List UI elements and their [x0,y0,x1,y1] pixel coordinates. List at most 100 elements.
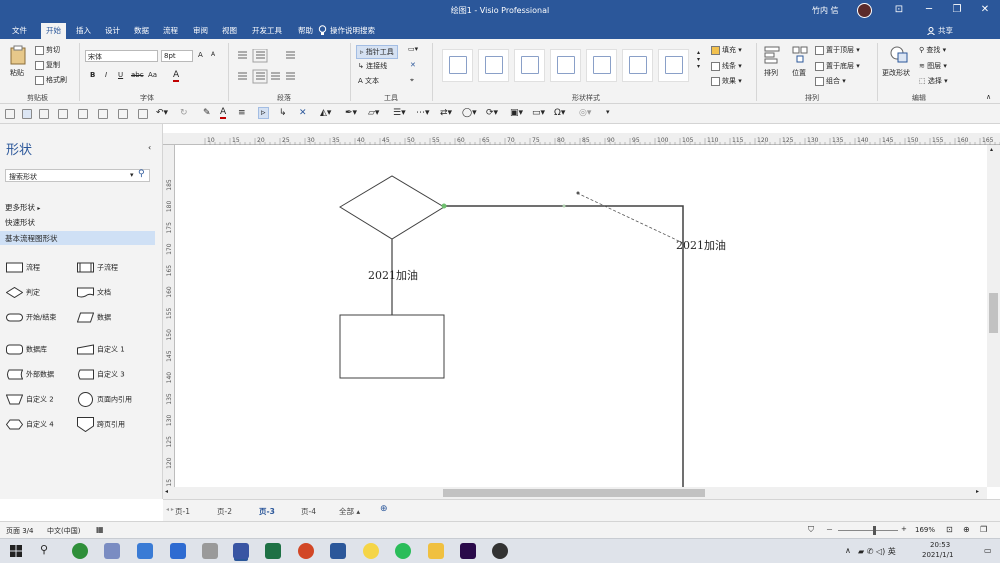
tell-me-search[interactable]: 操作说明搜索 [330,25,375,36]
page-tab-4[interactable]: 页-4 [301,506,316,517]
fill-color-icon[interactable]: ◭▾ [320,108,331,118]
customize-toolbar-icon[interactable]: ▾ [606,108,610,116]
vertical-scrollbar[interactable]: ▴ [987,145,1000,487]
line-pattern-icon[interactable]: ⋯▾ [416,108,430,118]
tab-file[interactable]: 文件 [12,25,27,36]
font-color-button[interactable]: A [173,70,180,82]
shrink-font-button[interactable]: A [211,51,215,58]
tab-developer[interactable]: 开发工具 [252,25,282,36]
page-nav-icon[interactable]: ◂ ▸ [166,506,174,513]
tab-home[interactable]: 开始 [41,23,66,39]
align-icon[interactable]: ≡ [238,108,246,118]
layout-icon[interactable] [138,109,148,119]
scroll-left-icon[interactable]: ◂ [165,488,168,495]
tab-review[interactable]: 审阅 [193,25,208,36]
pan-zoom-icon[interactable]: ⊕ [963,525,970,534]
corner-icon[interactable]: ◯▾ [462,108,477,118]
connector-button[interactable]: ↳ 连接线 [358,61,387,71]
process-shape[interactable] [339,314,445,379]
page-tab-1[interactable]: 页-1 [175,506,190,517]
style-swatch[interactable] [586,49,617,82]
connector-label[interactable]: 2021加油 [676,238,726,252]
style-swatch[interactable] [550,49,581,82]
text-tool-button[interactable]: A 文本 [358,76,379,86]
close-x-icon[interactable]: ✕ [299,108,307,118]
wechat-app-icon[interactable] [395,543,411,559]
font-name-select[interactable]: 宋体 [85,50,158,62]
app-icon[interactable] [170,543,186,559]
macro-icon[interactable]: ▦ [96,525,104,534]
style-swatch[interactable] [622,49,653,82]
page-indicator[interactable]: 页面 3/4 [6,526,34,536]
shadow-icon[interactable]: ▱▾ [368,108,379,118]
stencil-custom-1[interactable]: 自定义 1 [77,344,125,355]
quick-shapes-link[interactable]: 快速形状 [5,217,35,228]
pointer-tool-button[interactable]: ▹ 指针工具 [356,45,398,59]
format-painter-button[interactable]: 格式刷 [35,75,67,85]
group-button[interactable]: 组合 ▾ [815,76,846,86]
paste-button[interactable]: 粘贴 [10,68,24,78]
stencil-custom-4[interactable]: 自定义 4 [5,419,54,430]
arrange-button[interactable]: 排列 [764,68,778,78]
layers-button[interactable]: ≋ 图层 ▾ [919,61,947,71]
italic-button[interactable]: I [105,71,107,79]
stencil-decision[interactable]: 判定 [5,286,40,299]
window-icon[interactable] [98,109,108,119]
font-color-icon[interactable]: A [220,107,227,119]
rectangle-tool-icon[interactable]: ▭▾ [408,45,418,53]
page-tab-2[interactable]: 页-2 [217,506,232,517]
zoom-in-button[interactable]: + [901,525,907,533]
add-page-icon[interactable]: ⊕ [380,504,388,514]
find-button[interactable]: ⚲ 查找 ▾ [919,45,946,55]
tab-data[interactable]: 数据 [134,25,149,36]
connection-handle[interactable] [562,204,566,208]
line-color-icon[interactable]: ✒▾ [345,108,357,118]
basic-flowchart-link[interactable]: 基本流程图形状 [5,233,58,244]
app-icon[interactable] [202,543,218,559]
connector-label[interactable]: 2021加油 [368,268,418,282]
search-icon[interactable]: ⚲ [138,169,145,179]
shape-search-input[interactable]: 搜索形状 [5,169,150,182]
open-icon[interactable] [39,109,49,119]
send-to-back-button[interactable]: 置于底层 ▾ [815,61,860,71]
print-icon[interactable] [58,109,68,119]
stencil-external-data[interactable]: 外部数据 [6,369,54,380]
bring-to-front-button[interactable]: 置于顶层 ▾ [815,45,860,55]
tab-help[interactable]: 帮助 [298,25,313,36]
connection-point-icon[interactable]: ⌖ [410,76,414,85]
strikethrough-button[interactable]: abc [131,71,144,79]
switch-windows-icon[interactable]: ❐ [980,525,987,534]
style-swatch[interactable] [658,49,689,82]
stencil-data[interactable]: 数据 [76,312,111,323]
undo-icon[interactable]: ↶▾ [156,108,168,118]
fit-icon[interactable]: ⛉ [808,525,814,535]
line-weight-icon[interactable]: ☰▾ [393,108,406,118]
new-icon[interactable] [5,109,15,119]
chevron-down-icon[interactable]: ▾ [130,171,134,179]
visio-app-icon[interactable] [233,543,249,559]
user-name[interactable]: 竹内 信 [812,5,839,16]
restore-button[interactable]: ❐ [948,2,966,18]
decision-shape[interactable] [339,175,445,240]
connection-handle[interactable] [441,203,447,209]
tab-design[interactable]: 设计 [105,25,120,36]
stencil-off-page-reference[interactable]: 跨页引用 [77,417,125,433]
change-shape-button[interactable]: 更改形状 [882,68,910,78]
cut-button[interactable]: 剪切 [35,45,60,55]
notification-icon[interactable]: ▭ [984,546,992,555]
page-tab-3[interactable]: 页-3 [259,506,275,517]
stencil-process[interactable]: 流程 [6,262,40,273]
scroll-thumb[interactable] [989,293,998,333]
zoom-out-button[interactable]: － [826,525,833,535]
symbol-icon[interactable]: Ω▾ [554,108,565,118]
app-icon[interactable] [492,543,508,559]
format-painter-icon[interactable]: ✎ [203,108,211,118]
fit-page-icon[interactable]: ⊡ [946,525,953,534]
comment-icon[interactable]: ▭▾ [532,108,545,118]
ribbon-display-button[interactable]: ⊡ [890,2,908,18]
underline-button[interactable]: U [118,71,123,79]
stencil-custom-2[interactable]: 自定义 2 [5,394,54,405]
redo-icon[interactable]: ↻ [180,108,188,118]
tab-view[interactable]: 视图 [222,25,237,36]
scroll-up-icon[interactable]: ▴ [990,146,993,153]
